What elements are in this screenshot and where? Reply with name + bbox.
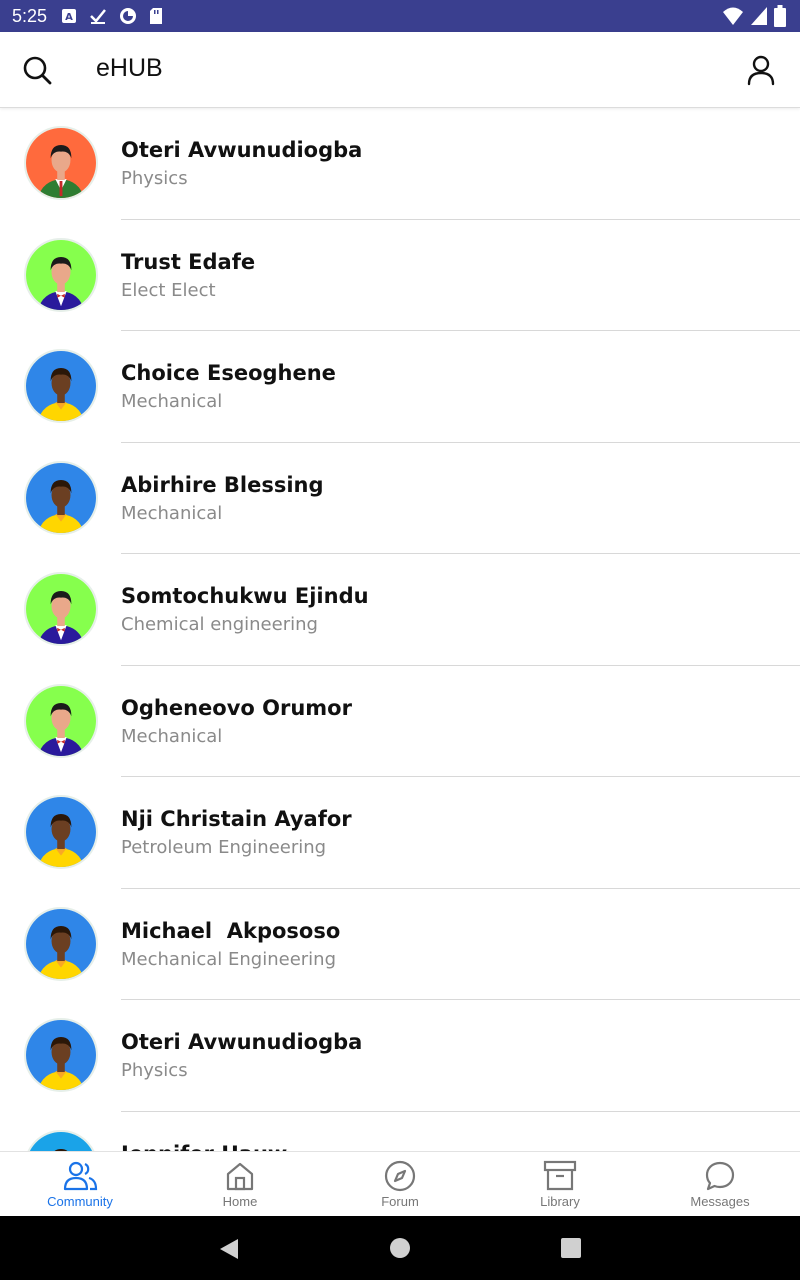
status-system-icons — [722, 5, 786, 31]
contact-name: Abirhire Blessing — [121, 472, 324, 497]
contact-name: Choice Eseoghene — [121, 361, 336, 385]
tab-label: Community — [47, 1194, 113, 1209]
contact-row[interactable]: Jennifer Hauw — [0, 1112, 800, 1152]
sd-card-icon — [149, 7, 163, 25]
vpn-icon — [119, 7, 137, 25]
contact-row[interactable]: Trust Edafe Elect Elect — [0, 220, 800, 331]
signal-icon — [750, 6, 768, 30]
contact-department: Elect Elect — [121, 279, 216, 301]
contact-department: Physics — [121, 1060, 188, 1081]
contact-row[interactable]: Choice Eseoghene Mechanical — [0, 331, 800, 443]
avatar — [24, 572, 98, 646]
archive-icon — [543, 1160, 577, 1191]
search-icon — [23, 56, 52, 85]
community-icon — [63, 1161, 98, 1191]
contact-name: Michael Akpososo — [121, 918, 341, 943]
tab-label: Home — [222, 1194, 258, 1209]
contact-row[interactable]: Nji Christain Ayafor Petroleum Engineerin… — [0, 777, 800, 889]
search-button[interactable] — [20, 53, 54, 87]
recents-icon — [561, 1238, 581, 1258]
tab-home[interactable]: Home — [160, 1152, 320, 1217]
avatar — [24, 1018, 98, 1092]
avatar — [24, 349, 98, 423]
contact-row[interactable]: Somtochukwu Ejindu Chemical engineering — [0, 554, 800, 666]
community-list[interactable]: Oteri Avwunudiogba Physics Trust Edafe Elec… — [0, 108, 800, 1151]
system-navigation-bar — [0, 1216, 800, 1280]
battery-icon — [774, 5, 786, 31]
status-notification-icons: A — [61, 7, 163, 25]
contact-name: Jennifer Hauw — [121, 1142, 287, 1152]
recents-button[interactable] — [561, 1238, 581, 1262]
contact-department: Petroleum Engineering — [121, 837, 327, 858]
tab-messages[interactable]: Messages — [640, 1152, 800, 1217]
avatar — [24, 795, 98, 869]
keyboard-a-icon: A — [61, 8, 77, 24]
profile-icon — [747, 55, 775, 86]
contact-name: Nji Christain Ayafor — [121, 807, 352, 831]
tab-community[interactable]: Community — [0, 1152, 160, 1217]
contact-department: Mechanical — [121, 391, 223, 412]
tab-label: Library — [540, 1194, 580, 1209]
contact-name: Ogheneovo Orumor — [121, 695, 352, 720]
tab-forum[interactable]: Forum — [320, 1152, 480, 1217]
tab-label: Messages — [690, 1194, 750, 1209]
contact-department: Mechanical Engineering — [121, 948, 336, 970]
home-circle-icon — [390, 1238, 410, 1258]
profile-button[interactable] — [744, 53, 778, 87]
home-system-button[interactable] — [390, 1238, 410, 1262]
checkmark-icon — [89, 8, 107, 24]
tab-library[interactable]: Library — [480, 1152, 640, 1217]
status-bar: 5:25 A — [0, 0, 800, 32]
contact-row[interactable]: Oteri Avwunudiogba Physics — [0, 1000, 800, 1112]
back-icon — [220, 1239, 238, 1259]
contact-department: Chemical engineering — [121, 614, 318, 635]
home-icon — [226, 1162, 254, 1191]
status-time: 5:25 — [12, 5, 48, 26]
app-title: eHUB — [96, 54, 163, 82]
contact-name: Oteri Avwunudiogba — [121, 138, 363, 162]
contact-name: Trust Edafe — [121, 249, 256, 274]
avatar — [24, 683, 98, 758]
bottom-navigation: Community Home Forum Library Messages — [0, 1151, 800, 1217]
back-button[interactable] — [218, 1237, 240, 1265]
contact-name: Oteri Avwunudiogba — [121, 1030, 363, 1054]
wifi-icon — [722, 6, 744, 30]
contact-name: Somtochukwu Ejindu — [121, 584, 369, 608]
avatar — [24, 126, 98, 200]
avatar — [24, 1129, 98, 1151]
contact-department: Mechanical — [121, 725, 223, 747]
compass-icon — [384, 1160, 416, 1192]
avatar — [24, 906, 98, 981]
contact-row[interactable]: Michael Akpososo Mechanical Engineering — [0, 889, 800, 1000]
tab-label: Forum — [381, 1194, 419, 1209]
app-bar: eHUB — [0, 32, 800, 108]
svg-text:A: A — [65, 12, 73, 23]
contact-row[interactable]: Oteri Avwunudiogba Physics — [0, 108, 800, 220]
chat-bubble-icon — [705, 1161, 735, 1191]
avatar — [24, 237, 98, 312]
contact-department: Mechanical — [121, 502, 223, 524]
avatar — [24, 460, 98, 535]
contact-department: Physics — [121, 168, 188, 189]
contact-row[interactable]: Abirhire Blessing Mechanical — [0, 443, 800, 554]
contact-row[interactable]: Ogheneovo Orumor Mechanical — [0, 666, 800, 777]
